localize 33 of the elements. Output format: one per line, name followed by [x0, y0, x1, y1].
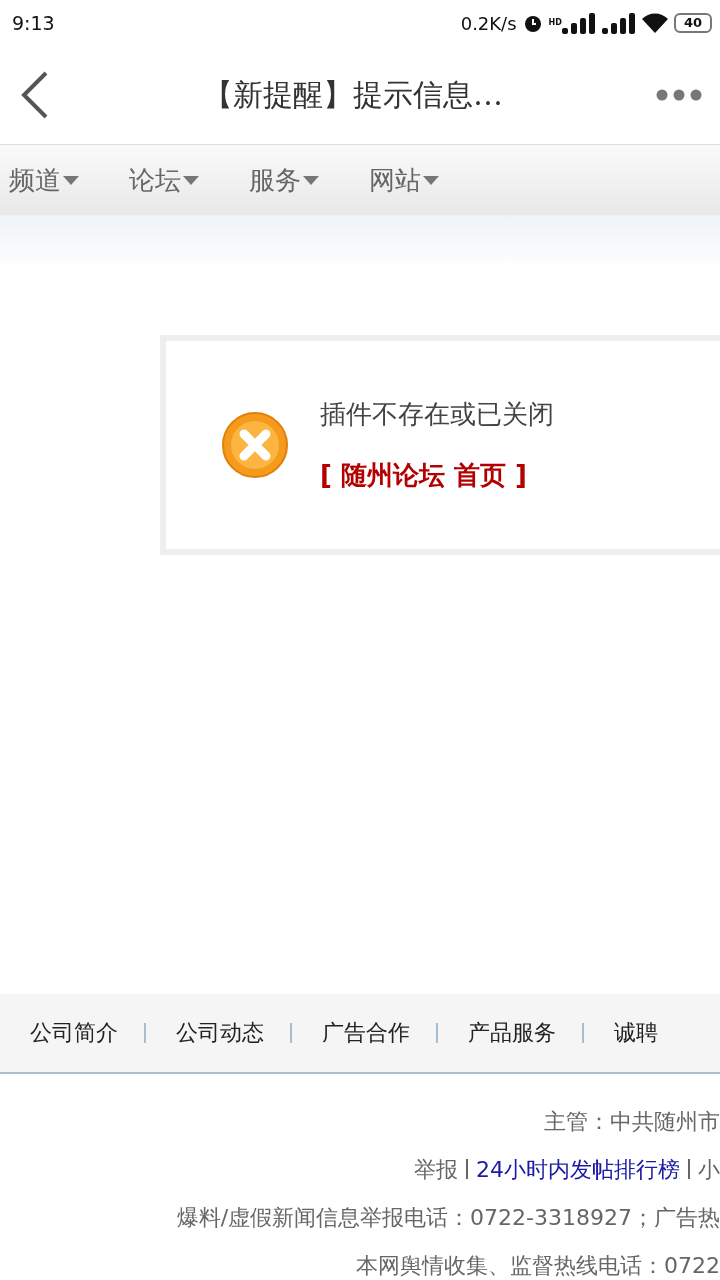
battery-icon: 40 — [673, 13, 712, 33]
forum-home-link[interactable]: [ 随州论坛 首页 ] — [320, 458, 554, 493]
caret-icon — [183, 175, 199, 185]
footer-link[interactable]: 公司动态 — [176, 1023, 292, 1043]
footer-text: 主管：中共随州市 — [544, 1108, 720, 1136]
footer-text: 爆料/虚假新闻信息举报电话：0722-3318927；广告热 — [176, 1204, 720, 1232]
footer-link[interactable]: 诚聘 — [614, 1023, 684, 1043]
error-message: 插件不存在或已关闭 — [320, 398, 554, 431]
more-icon[interactable] — [656, 89, 702, 101]
footer-link[interactable]: 产品服务 — [468, 1023, 584, 1043]
footer-text: 本网舆情收集、监督热线电话：0722 — [356, 1252, 720, 1280]
status-time: 9:13 — [12, 12, 55, 34]
caret-icon — [63, 175, 79, 185]
signal-icon — [601, 12, 636, 34]
footer-link[interactable]: 广告合作 — [322, 1023, 438, 1043]
caret-icon — [423, 175, 439, 185]
ranking-link[interactable]: 24小时内发帖排行榜 — [476, 1157, 680, 1182]
signal-icon — [561, 12, 596, 34]
error-icon — [222, 412, 288, 478]
nav-menu[interactable]: 网站 — [360, 162, 448, 198]
alarm-icon — [522, 13, 543, 33]
footer-link[interactable]: 举报 — [414, 1157, 458, 1182]
wifi-icon — [641, 13, 668, 33]
nav-menu[interactable]: 服务 — [240, 162, 328, 198]
back-icon[interactable] — [20, 71, 50, 119]
caret-icon — [303, 175, 319, 185]
network-speed: 0.2K/s — [460, 12, 517, 34]
page-title: 【新提醒】提示信息… — [202, 75, 504, 114]
footer-link[interactable]: 小 — [698, 1157, 720, 1182]
footer-link[interactable]: 公司简介 — [30, 1023, 146, 1043]
hd-label: HD — [548, 18, 562, 27]
nav-menu[interactable]: 频道 — [0, 162, 88, 198]
nav-menu[interactable]: 论坛 — [120, 162, 208, 198]
